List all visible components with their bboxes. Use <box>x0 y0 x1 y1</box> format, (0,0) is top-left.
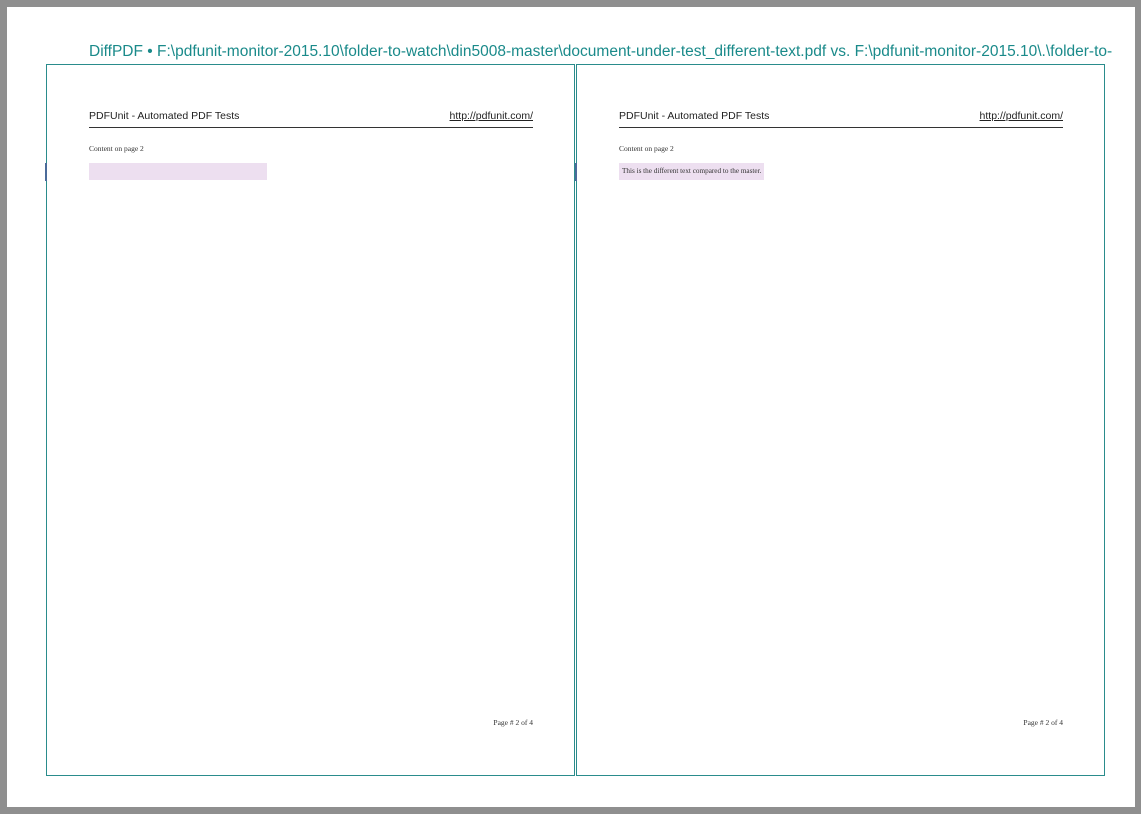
page-content-text: Content on page 2 <box>619 144 674 153</box>
page-header-link: http://pdfunit.com/ <box>979 110 1063 122</box>
header-rule <box>619 127 1063 128</box>
window-title: DiffPDF • F:\pdfunit-monitor-2015.10\fol… <box>89 43 1113 60</box>
page-header-title: PDFUnit - Automated PDF Tests <box>89 110 240 122</box>
diff-highlight-empty <box>89 163 267 180</box>
diff-view-sheet: DiffPDF • F:\pdfunit-monitor-2015.10\fol… <box>7 7 1135 807</box>
diff-marker <box>45 163 47 181</box>
diff-highlight-text: This is the different text compared to t… <box>619 163 765 180</box>
header-rule <box>89 127 533 128</box>
page-header-link: http://pdfunit.com/ <box>449 110 533 122</box>
page-header-title: PDFUnit - Automated PDF Tests <box>619 110 770 122</box>
diff-marker <box>575 163 577 181</box>
right-page-panel[interactable]: PDFUnit - Automated PDF Tests http://pdf… <box>575 64 1105 776</box>
page-content-text: Content on page 2 <box>89 144 144 153</box>
page-footer: Page # 2 of 4 <box>493 718 533 727</box>
page-footer: Page # 2 of 4 <box>1023 718 1063 727</box>
left-page-panel[interactable]: PDFUnit - Automated PDF Tests http://pdf… <box>45 64 575 776</box>
